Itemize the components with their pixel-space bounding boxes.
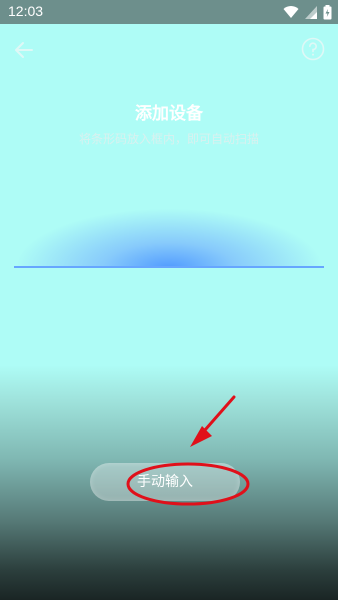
battery-icon xyxy=(323,4,332,19)
manual-input-button[interactable]: 手动输入 xyxy=(90,463,240,501)
scan-line xyxy=(14,266,324,268)
arrow-left-icon xyxy=(15,42,33,58)
scan-hint: 将条形码放入框内，即可自动扫描 xyxy=(78,132,259,146)
page-title: 添加设备 xyxy=(135,104,203,124)
scan-frame xyxy=(14,150,324,268)
annotation-overlay xyxy=(126,395,250,506)
status-icons xyxy=(283,4,332,20)
help-button[interactable] xyxy=(300,36,326,62)
status-time: 12:03 xyxy=(8,3,44,19)
help-circle-icon xyxy=(301,37,325,61)
back-button[interactable] xyxy=(10,36,38,64)
wifi-icon xyxy=(283,6,299,19)
status-bar: 12:03 xyxy=(0,0,338,24)
scan-glow xyxy=(14,208,324,268)
signal-icon xyxy=(305,6,317,19)
annotation-arrow xyxy=(190,395,236,447)
